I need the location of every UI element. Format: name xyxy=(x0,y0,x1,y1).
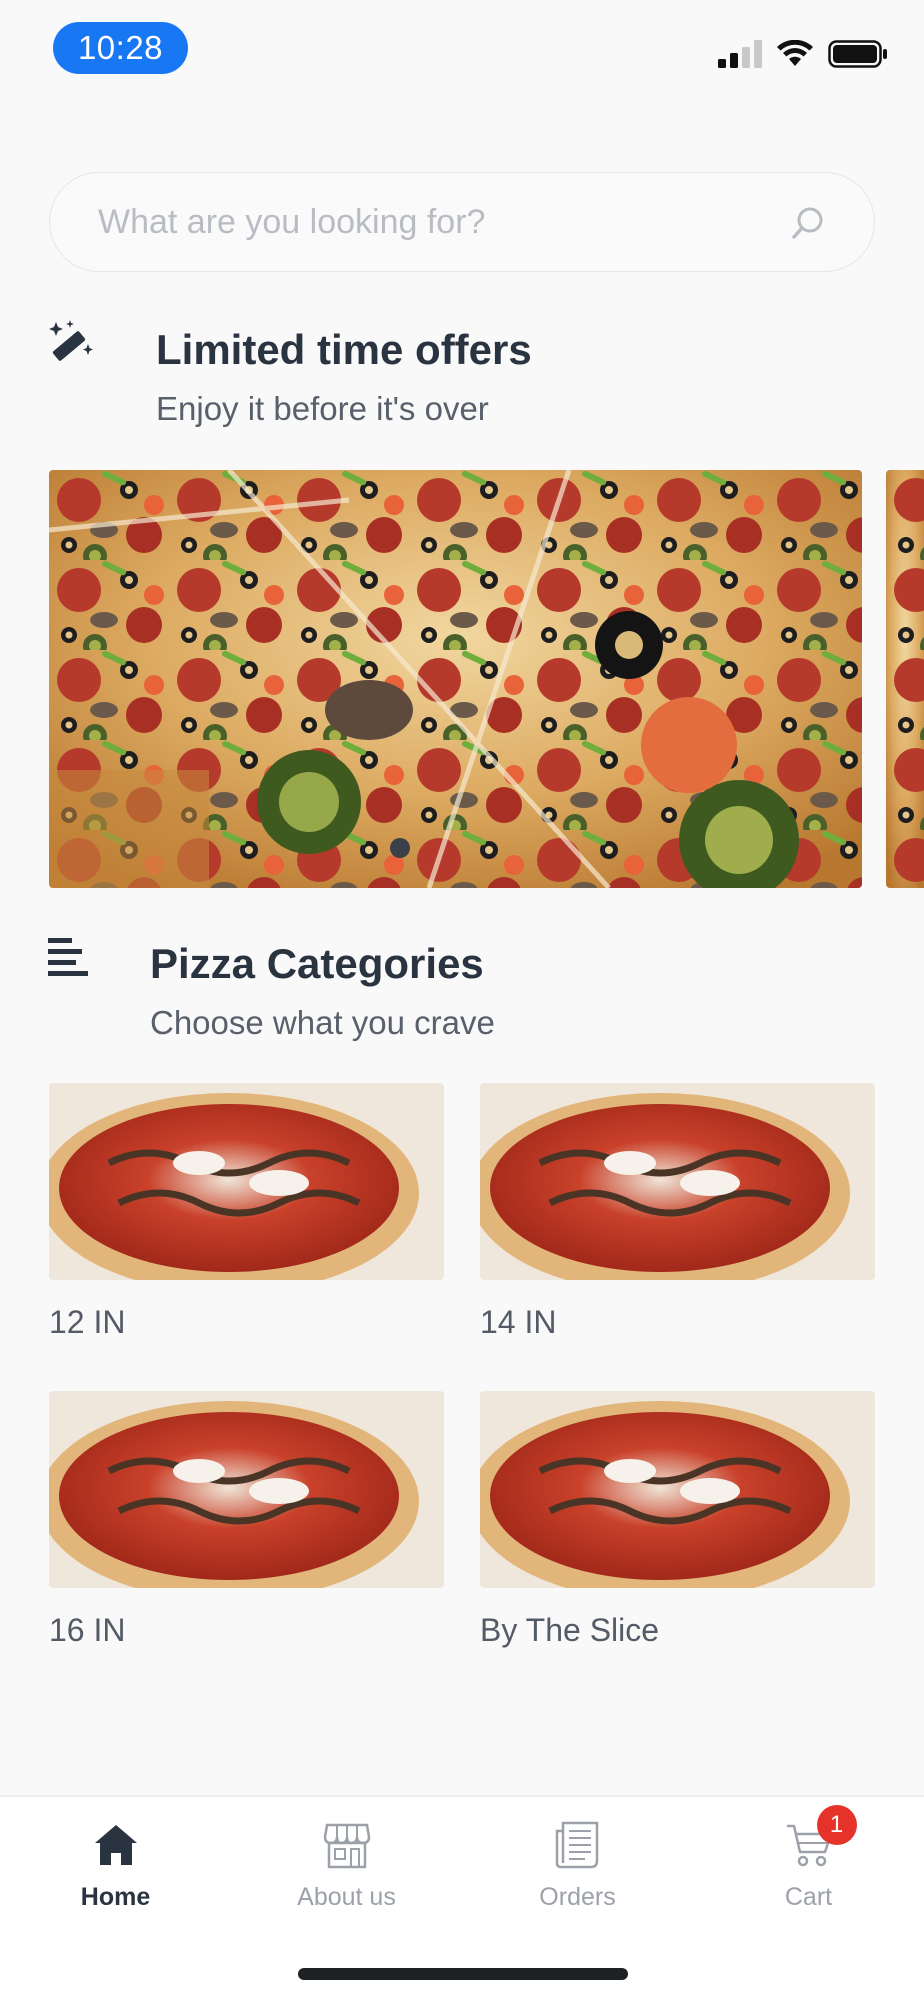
nav-item-home[interactable]: Home xyxy=(0,1797,231,1937)
category-card-by-the-slice[interactable]: By The Slice xyxy=(480,1391,875,1649)
status-time: 10:28 xyxy=(53,22,188,74)
category-image xyxy=(480,1083,875,1280)
status-icons xyxy=(718,40,888,68)
store-icon xyxy=(323,1823,370,1869)
nav-label: Home xyxy=(80,1883,151,1911)
carousel-indicator-dot[interactable] xyxy=(390,838,410,858)
category-label: By The Slice xyxy=(480,1612,660,1648)
offer-image xyxy=(49,470,862,888)
offer-image-next xyxy=(886,470,924,888)
search-input[interactable] xyxy=(98,173,778,271)
cart-badge: 1 xyxy=(816,1805,857,1845)
battery-icon xyxy=(828,40,887,68)
nav-item-orders[interactable]: Orders xyxy=(462,1797,693,1937)
category-label: 14 IN xyxy=(480,1304,557,1340)
category-card-12-in[interactable]: 12 IN xyxy=(49,1083,444,1341)
category-image xyxy=(49,1083,444,1280)
search-bar[interactable] xyxy=(49,172,875,272)
offers-title: Limited time offers xyxy=(156,326,532,373)
category-card-14-in[interactable]: 14 IN xyxy=(480,1083,875,1341)
home-icon xyxy=(94,1825,137,1865)
category-label: 12 IN xyxy=(49,1304,126,1340)
category-card-16-in[interactable]: 16 IN xyxy=(49,1391,444,1649)
magic-wand-icon xyxy=(49,320,93,361)
offer-banner[interactable] xyxy=(49,470,862,888)
category-label: 16 IN xyxy=(49,1612,126,1648)
list-icon xyxy=(48,938,88,976)
nav-label: Cart xyxy=(784,1883,833,1911)
wifi-icon xyxy=(777,40,813,66)
nav-item-cart[interactable]: 1 Cart xyxy=(693,1797,924,1937)
nav-item-about-us[interactable]: About us xyxy=(231,1797,462,1937)
categories-subtitle: Choose what you crave xyxy=(150,1004,495,1041)
category-image xyxy=(49,1391,444,1588)
status-bar: 10:28 xyxy=(0,0,924,100)
search-icon[interactable] xyxy=(790,205,826,241)
categories-title: Pizza Categories xyxy=(150,940,484,987)
category-image xyxy=(480,1391,875,1588)
offers-subtitle: Enjoy it before it's over xyxy=(156,390,489,427)
nav-label: About us xyxy=(297,1883,396,1911)
offer-banner-next-peek[interactable] xyxy=(886,470,924,888)
nav-label: Orders xyxy=(539,1883,616,1911)
cellular-signal-icon xyxy=(718,40,762,68)
orders-icon xyxy=(555,1821,598,1869)
home-indicator xyxy=(298,1968,628,1980)
